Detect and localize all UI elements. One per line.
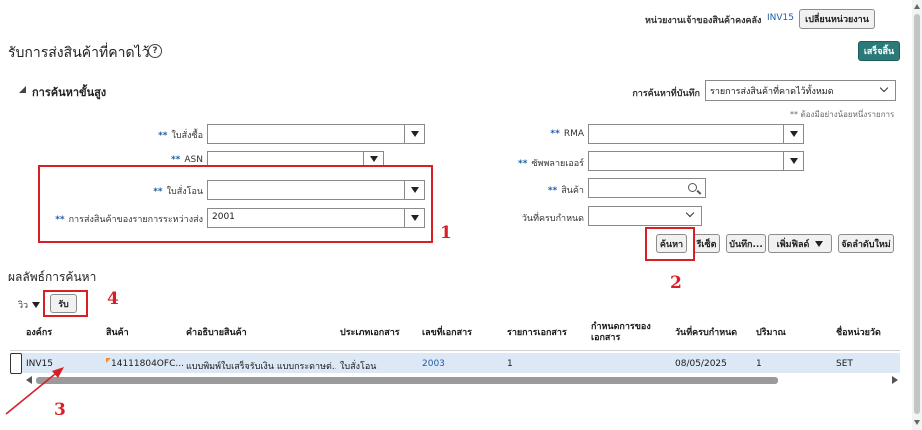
- add-fields-button[interactable]: เพิ่มฟิลด์: [768, 234, 832, 253]
- purchase-order-field[interactable]: [207, 124, 425, 144]
- due-date-label: วันที่ครบกำหนด: [521, 214, 584, 224]
- asn-label: ** ASN: [170, 155, 203, 165]
- dropdown-icon[interactable]: [783, 125, 803, 143]
- dropdown-icon: [815, 240, 824, 247]
- cell-due-date: 08/05/2025: [675, 359, 727, 369]
- page-title: รับการส่งสินค้าที่คาดไว้: [8, 45, 150, 61]
- supplier-label: ** ซัพพลายเออร์: [518, 159, 584, 169]
- dropdown-icon: [32, 302, 41, 308]
- chevron-down-icon: [685, 208, 695, 218]
- save-button[interactable]: บันทึก...: [726, 234, 766, 253]
- saved-search-value: รายการส่งสินค้าที่คาดไว้ทั้งหมด: [710, 87, 834, 97]
- col-header-doc-type[interactable]: ประเภทเอกสาร: [340, 328, 400, 339]
- chevron-down-icon: [879, 83, 889, 93]
- annotation-box-2: [645, 227, 695, 261]
- scroll-up-icon[interactable]: [914, 4, 920, 9]
- scroll-thumb[interactable]: [36, 377, 778, 384]
- rma-label: ** RMA: [550, 129, 584, 139]
- at-least-one-note: ** ต้องมีอย่างน้อยหนึ่งรายการ: [790, 110, 895, 119]
- annotation-arrow-icon: [5, 367, 64, 415]
- reorder-button[interactable]: จัดลำดับใหม่: [838, 234, 894, 253]
- annotation-number-4: 4: [107, 289, 119, 309]
- col-header-quantity[interactable]: ปริมาณ: [756, 328, 786, 339]
- col-header-doc-line[interactable]: รายการเอกสาร: [507, 328, 567, 339]
- collapse-triangle-icon[interactable]: [19, 86, 26, 93]
- reset-button[interactable]: รีเซ็ต: [693, 234, 720, 253]
- item-label: ** สินค้า: [547, 186, 584, 196]
- dropdown-icon[interactable]: [404, 125, 424, 143]
- vertical-scrollbar[interactable]: [912, 0, 922, 430]
- annotation-box-4: [43, 290, 88, 317]
- cell-quantity: 1: [756, 359, 762, 369]
- annotation-number-3: 3: [54, 400, 66, 420]
- cell-doc-type: ใบสั่งโอน: [340, 362, 377, 372]
- finish-button[interactable]: เสร็จสิ้น: [858, 41, 900, 61]
- scroll-right-icon[interactable]: [892, 376, 898, 384]
- saved-search-label: การค้นหาที่บันทึก: [632, 89, 700, 99]
- view-menu[interactable]: วิว: [18, 298, 41, 312]
- due-date-select[interactable]: [588, 206, 702, 226]
- rma-field[interactable]: [588, 124, 804, 144]
- col-header-org[interactable]: องค์กร: [26, 328, 52, 339]
- results-title: ผลลัพธ์การค้นหา: [8, 270, 97, 284]
- asn-field[interactable]: [207, 151, 384, 166]
- scroll-thumb-vertical[interactable]: [914, 14, 920, 414]
- annotation-number-1: 1: [440, 223, 452, 243]
- item-field[interactable]: [588, 178, 706, 198]
- help-icon[interactable]: ?: [148, 44, 162, 58]
- saved-search-select[interactable]: รายการส่งสินค้าที่คาดไว้ทั้งหมด: [705, 80, 896, 101]
- cell-item: 14111804OFC...: [111, 359, 184, 369]
- horizontal-scrollbar[interactable]: [26, 376, 898, 385]
- col-header-due-date[interactable]: วันที่ครบกำหนด: [675, 328, 737, 339]
- supplier-field[interactable]: [588, 151, 804, 171]
- col-header-uom[interactable]: ชื่อหน่วยวัด: [836, 328, 881, 339]
- cell-description: แบบพิมพ์ใบเสร็จรับเงิน แบบกระดาษต่...: [186, 362, 336, 372]
- search-icon[interactable]: [688, 183, 697, 192]
- cell-doc-line: 1: [507, 359, 513, 369]
- annotation-box-1: [38, 165, 433, 243]
- table-header-divider: [10, 350, 900, 351]
- annotation-number-2: 2: [670, 273, 682, 293]
- dropdown-icon[interactable]: [363, 152, 383, 165]
- org-label: หน่วยงานเจ้าของสินค้าคงคลัง: [645, 16, 762, 26]
- purchase-order-label: ** ใบสั่งซื้อ: [158, 131, 203, 141]
- advanced-search-title: การค้นหาขั้นสูง: [32, 86, 107, 99]
- dropdown-icon[interactable]: [783, 152, 803, 170]
- col-header-doc-number[interactable]: เลขที่เอกสาร: [422, 328, 472, 339]
- cell-uom: SET: [836, 359, 853, 369]
- col-header-description[interactable]: คำอธิบายสินค้า: [186, 328, 247, 339]
- col-header-item[interactable]: สินค้า: [106, 328, 129, 339]
- cell-doc-number[interactable]: 2003: [422, 359, 445, 369]
- col-header-doc-schedule[interactable]: กำหนดการของเอกสาร: [591, 322, 661, 344]
- scroll-down-icon[interactable]: [914, 420, 920, 425]
- org-value-link[interactable]: INV15: [767, 13, 794, 23]
- change-org-button[interactable]: เปลี่ยนหน่วยงาน: [799, 9, 875, 29]
